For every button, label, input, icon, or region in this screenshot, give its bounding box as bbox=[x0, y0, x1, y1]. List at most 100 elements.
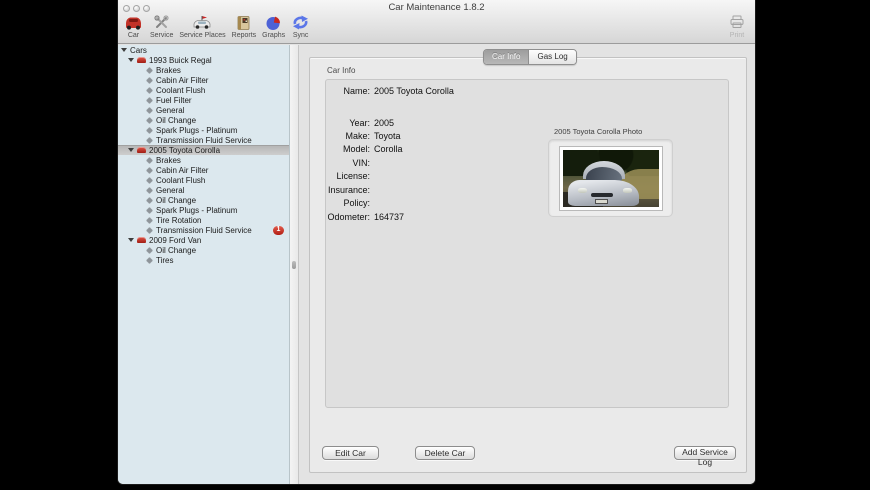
sidebar-item[interactable]: General bbox=[118, 185, 289, 195]
gear-icon bbox=[147, 248, 152, 253]
gear-icon bbox=[147, 218, 152, 223]
sidebar-item-with-badge[interactable]: Transmission Fluid Service 1 bbox=[118, 225, 289, 235]
sidebar-splitter[interactable] bbox=[290, 45, 299, 484]
gear-icon bbox=[147, 188, 152, 193]
tree-label: 1993 Buick Regal bbox=[149, 56, 212, 65]
disclosure-triangle-icon[interactable] bbox=[128, 58, 134, 62]
car-icon bbox=[123, 14, 144, 31]
tree-label: 2009 Ford Van bbox=[149, 236, 201, 245]
car-photo-label: 2005 Toyota Corolla Photo bbox=[554, 127, 642, 136]
pie-chart-icon bbox=[265, 14, 282, 31]
sidebar-item[interactable]: Coolant Flush bbox=[118, 85, 289, 95]
tree-label: General bbox=[156, 106, 184, 115]
sidebar-item[interactable]: Spark Plugs - Platinum bbox=[118, 205, 289, 215]
toolbar-service-label: Service bbox=[150, 32, 173, 39]
toolbar-sync-button[interactable]: Sync bbox=[288, 14, 313, 39]
tree-label: Cabin Air Filter bbox=[156, 166, 208, 175]
sidebar-item[interactable]: Tire Rotation bbox=[118, 215, 289, 225]
toolbar-service-button[interactable]: Service bbox=[147, 14, 176, 39]
gear-icon bbox=[147, 78, 152, 83]
tree-label: Oil Change bbox=[156, 196, 196, 205]
edit-car-button[interactable]: Edit Car bbox=[322, 446, 379, 460]
tree-label: 2005 Toyota Corolla bbox=[149, 146, 220, 155]
notification-badge: 1 bbox=[273, 226, 284, 235]
gear-icon bbox=[147, 118, 152, 123]
tree-label: Tires bbox=[156, 256, 173, 265]
tree-label: Transmission Fluid Service bbox=[156, 136, 252, 145]
gear-icon bbox=[147, 98, 152, 103]
desktop: Car Maintenance 1.8.2 Car bbox=[0, 0, 870, 490]
sidebar-item[interactable]: Oil Change bbox=[118, 195, 289, 205]
disclosure-triangle-icon[interactable] bbox=[128, 148, 134, 152]
toolbar-service-places-label: Service Places bbox=[179, 32, 225, 39]
toolbar-graphs-label: Graphs bbox=[262, 32, 285, 39]
car-photo-well[interactable] bbox=[548, 139, 673, 217]
sidebar-item[interactable]: Transmission Fluid Service bbox=[118, 135, 289, 145]
sidebar-item[interactable]: Oil Change bbox=[118, 115, 289, 125]
print-icon bbox=[728, 14, 746, 31]
gear-icon bbox=[147, 138, 152, 143]
toolbar-print-button[interactable]: Print bbox=[725, 14, 749, 39]
sidebar-car-ford-van[interactable]: 2009 Ford Van bbox=[118, 235, 289, 245]
sidebar-item[interactable]: Brakes bbox=[118, 65, 289, 75]
sidebar-item[interactable]: General bbox=[118, 105, 289, 115]
sync-arrows-icon bbox=[291, 14, 310, 31]
sidebar-item[interactable]: Fuel Filter bbox=[118, 95, 289, 105]
toolbar-print-label: Print bbox=[730, 32, 744, 39]
tree-label: Spark Plugs - Platinum bbox=[156, 126, 237, 135]
sidebar-item[interactable]: Oil Change bbox=[118, 245, 289, 255]
tab-bar: Car Info Gas Log bbox=[483, 49, 577, 65]
service-place-icon bbox=[191, 14, 213, 31]
tree-label: Oil Change bbox=[156, 246, 196, 255]
tree-label: Coolant Flush bbox=[156, 86, 205, 95]
window-chrome: Car Maintenance 1.8.2 Car bbox=[118, 0, 755, 44]
gear-icon bbox=[147, 198, 152, 203]
sidebar-item[interactable]: Brakes bbox=[118, 155, 289, 165]
tree-label: Fuel Filter bbox=[156, 96, 192, 105]
field-insurance: Insurance: bbox=[326, 185, 556, 195]
tree-label: Oil Change bbox=[156, 116, 196, 125]
delete-car-button[interactable]: Delete Car bbox=[415, 446, 475, 460]
gear-icon bbox=[147, 178, 152, 183]
sidebar-car-buick-regal[interactable]: 1993 Buick Regal bbox=[118, 55, 289, 65]
car-info-group-box: Name:2005 Toyota Corolla Year:2005 Make:… bbox=[325, 79, 729, 408]
sidebar-item[interactable]: Spark Plugs - Platinum bbox=[118, 125, 289, 135]
tree-label: Cars bbox=[130, 46, 147, 55]
sidebar-item[interactable]: Tires bbox=[118, 255, 289, 265]
tree-label: Cabin Air Filter bbox=[156, 76, 208, 85]
field-license: License: bbox=[326, 171, 556, 181]
toolbar-service-places-button[interactable]: Service Places bbox=[176, 14, 228, 39]
tree-label: Transmission Fluid Service bbox=[156, 226, 252, 235]
disclosure-triangle-icon[interactable] bbox=[121, 48, 127, 52]
toolbar-reports-button[interactable]: Reports bbox=[229, 14, 260, 39]
gear-icon bbox=[147, 258, 152, 263]
tree-label: General bbox=[156, 186, 184, 195]
add-service-log-button[interactable]: Add Service Log bbox=[674, 446, 736, 460]
tab-gas-log[interactable]: Gas Log bbox=[529, 50, 575, 64]
sidebar: Cars 1993 Buick Regal Brakes Cabin Air F… bbox=[118, 45, 290, 484]
tree-label: Spark Plugs - Platinum bbox=[156, 206, 237, 215]
disclosure-triangle-icon[interactable] bbox=[128, 238, 134, 242]
sidebar-group-cars[interactable]: Cars bbox=[118, 45, 289, 55]
car-icon bbox=[137, 147, 146, 153]
toolbar-graphs-button[interactable]: Graphs bbox=[259, 14, 288, 39]
gear-icon bbox=[147, 208, 152, 213]
splitter-handle[interactable] bbox=[292, 261, 296, 269]
gear-icon bbox=[147, 88, 152, 93]
sidebar-item[interactable]: Cabin Air Filter bbox=[118, 75, 289, 85]
sidebar-item[interactable]: Coolant Flush bbox=[118, 175, 289, 185]
car-photo-image bbox=[563, 150, 659, 207]
window-title: Car Maintenance 1.8.2 bbox=[118, 2, 755, 13]
car-photo-frame bbox=[559, 146, 663, 211]
gear-icon bbox=[147, 128, 152, 133]
field-year: Year:2005 bbox=[326, 118, 556, 128]
gear-icon bbox=[147, 168, 152, 173]
sidebar-item[interactable]: Cabin Air Filter bbox=[118, 165, 289, 175]
gear-icon bbox=[147, 158, 152, 163]
toolbar-reports-label: Reports bbox=[232, 32, 257, 39]
tab-car-info[interactable]: Car Info bbox=[484, 50, 529, 64]
toolbar-car-button[interactable]: Car bbox=[120, 14, 147, 39]
group-box-label: Car Info bbox=[327, 66, 355, 75]
sidebar-car-toyota-corolla-selected[interactable]: 2005 Toyota Corolla bbox=[118, 145, 289, 155]
tools-icon bbox=[153, 14, 171, 31]
